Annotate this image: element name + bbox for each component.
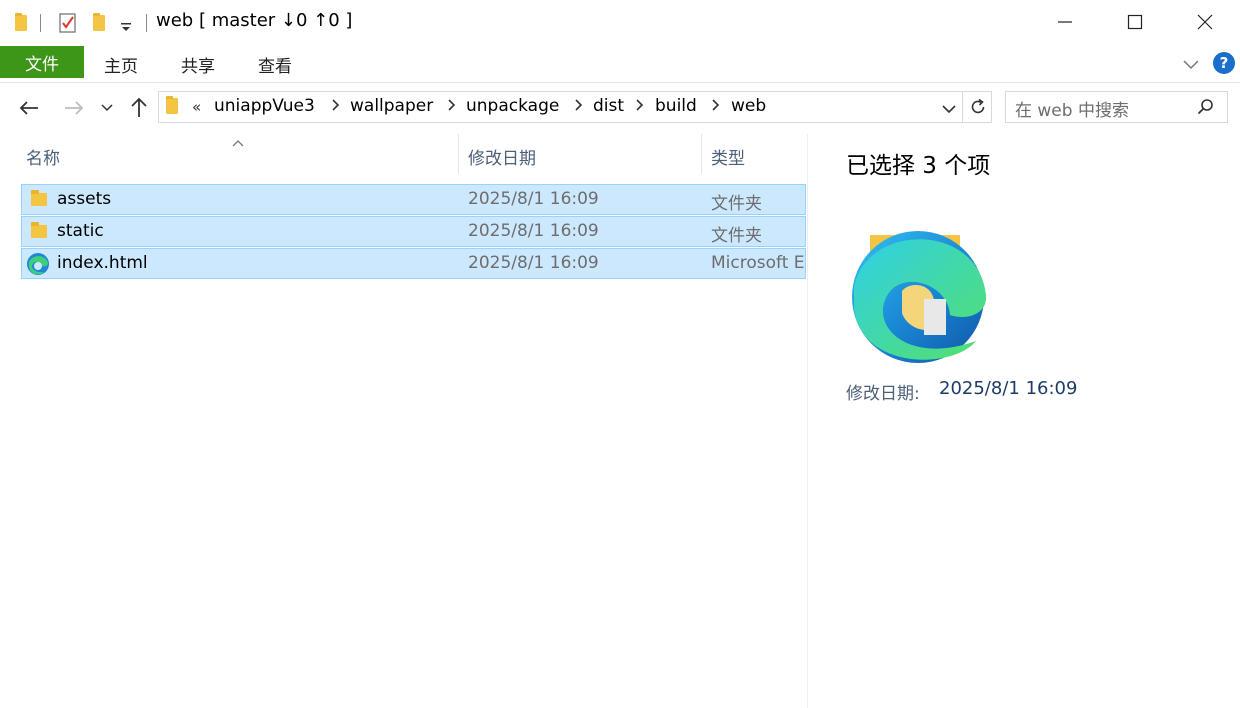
folder-icon xyxy=(31,222,47,238)
details-modified-label: 修改日期: xyxy=(846,384,920,404)
address-dropdown-icon[interactable] xyxy=(941,101,957,120)
expand-ribbon-icon[interactable] xyxy=(1182,56,1200,75)
refresh-icon[interactable] xyxy=(968,97,988,121)
location-folder-icon xyxy=(166,96,178,114)
breadcrumb-wallpaper[interactable]: wallpaper xyxy=(350,96,433,116)
file-type: 文件夹 xyxy=(711,194,762,214)
window-title: web [ master ↓0 ↑0 ] xyxy=(156,10,353,31)
column-header-modified[interactable]: 修改日期 xyxy=(468,144,536,169)
search-input[interactable]: 在 web 中搜索 xyxy=(1015,96,1129,121)
sort-ascending-icon xyxy=(232,132,244,151)
forward-arrow-icon xyxy=(65,101,84,115)
breadcrumb-separator[interactable] xyxy=(636,99,644,115)
up-button[interactable] xyxy=(126,94,152,122)
tab-view[interactable]: 查看 xyxy=(258,52,292,77)
column-separator[interactable] xyxy=(701,134,702,174)
file-name[interactable]: assets xyxy=(57,189,111,209)
quick-access-separator xyxy=(40,14,41,32)
column-separator[interactable] xyxy=(458,134,459,174)
file-row[interactable] xyxy=(21,184,806,215)
column-header-name[interactable]: 名称 xyxy=(26,144,60,169)
minimize-icon xyxy=(1058,21,1072,23)
breadcrumb-separator[interactable] xyxy=(712,99,720,115)
minimize-button[interactable] xyxy=(1030,0,1100,44)
folder-icon xyxy=(15,13,27,31)
tab-file[interactable]: 文件 xyxy=(0,46,84,78)
breadcrumb-separator[interactable] xyxy=(448,99,456,115)
file-type: Microsoft E xyxy=(711,253,805,273)
edge-preview-icon xyxy=(850,229,990,371)
address-divider xyxy=(962,91,963,123)
properties-icon[interactable] xyxy=(58,12,78,34)
up-arrow-icon xyxy=(131,97,147,117)
breadcrumb-web[interactable]: web xyxy=(731,96,766,116)
chevron-down-icon xyxy=(101,104,113,112)
customize-quick-access-icon[interactable] xyxy=(120,18,132,37)
file-modified: 2025/8/1 16:09 xyxy=(468,253,599,273)
back-button[interactable] xyxy=(16,94,42,122)
breadcrumb-build[interactable]: build xyxy=(655,96,697,116)
file-type: 文件夹 xyxy=(711,226,762,246)
breadcrumb-separator[interactable] xyxy=(575,99,583,115)
forward-button[interactable] xyxy=(61,94,87,122)
folder-icon xyxy=(31,190,47,206)
close-icon xyxy=(1197,14,1213,30)
close-button[interactable] xyxy=(1170,0,1240,44)
breadcrumb-overflow[interactable]: « xyxy=(192,98,201,116)
column-header-type[interactable]: 类型 xyxy=(711,144,745,169)
search-icon[interactable] xyxy=(1197,98,1215,120)
file-name[interactable]: index.html xyxy=(57,253,148,273)
details-modified-value[interactable]: 2025/8/1 16:09 xyxy=(939,378,1077,399)
title-separator xyxy=(146,14,147,32)
recent-locations-button[interactable] xyxy=(96,94,118,122)
maximize-button[interactable] xyxy=(1100,0,1170,44)
breadcrumb-uniappvue3[interactable]: uniappVue3 xyxy=(214,96,315,116)
file-row[interactable] xyxy=(21,216,806,247)
file-modified: 2025/8/1 16:09 xyxy=(468,221,599,241)
tab-share[interactable]: 共享 xyxy=(181,52,215,77)
breadcrumb-unpackage[interactable]: unpackage xyxy=(466,96,559,116)
details-title: 已选择 3 个项 xyxy=(846,153,991,179)
file-name[interactable]: static xyxy=(57,221,104,241)
breadcrumb-separator[interactable] xyxy=(332,99,340,115)
tab-home[interactable]: 主页 xyxy=(104,52,138,77)
file-modified: 2025/8/1 16:09 xyxy=(468,189,599,209)
maximize-icon xyxy=(1127,14,1143,30)
new-folder-icon[interactable] xyxy=(93,13,105,31)
details-pane-divider[interactable] xyxy=(807,134,808,708)
breadcrumb-dist[interactable]: dist xyxy=(593,96,624,116)
edge-icon xyxy=(26,252,50,280)
help-icon[interactable]: ? xyxy=(1213,52,1235,74)
back-arrow-icon xyxy=(19,101,38,115)
